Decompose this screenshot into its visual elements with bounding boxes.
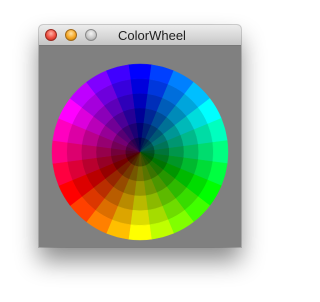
wheel-segment[interactable] <box>130 78 150 95</box>
wheel-segment[interactable] <box>130 209 150 226</box>
wheel-segment[interactable] <box>51 140 68 164</box>
wheel-segment[interactable] <box>66 142 83 162</box>
wheel-segment[interactable] <box>132 93 148 109</box>
colorwheel-window: ColorWheel <box>39 25 241 247</box>
wheel-segment[interactable] <box>128 63 152 80</box>
window-content <box>39 46 241 247</box>
wheel-segment[interactable] <box>212 140 229 164</box>
wheel-segment[interactable] <box>197 142 214 162</box>
color-wheel[interactable] <box>39 46 241 247</box>
wheel-segment[interactable] <box>128 224 152 241</box>
title-bar[interactable]: ColorWheel <box>39 25 241 46</box>
wheel-segment[interactable] <box>132 195 148 211</box>
wheel-segment[interactable] <box>183 144 199 160</box>
wheel-segment[interactable] <box>81 144 97 160</box>
window-title: ColorWheel <box>118 28 186 43</box>
